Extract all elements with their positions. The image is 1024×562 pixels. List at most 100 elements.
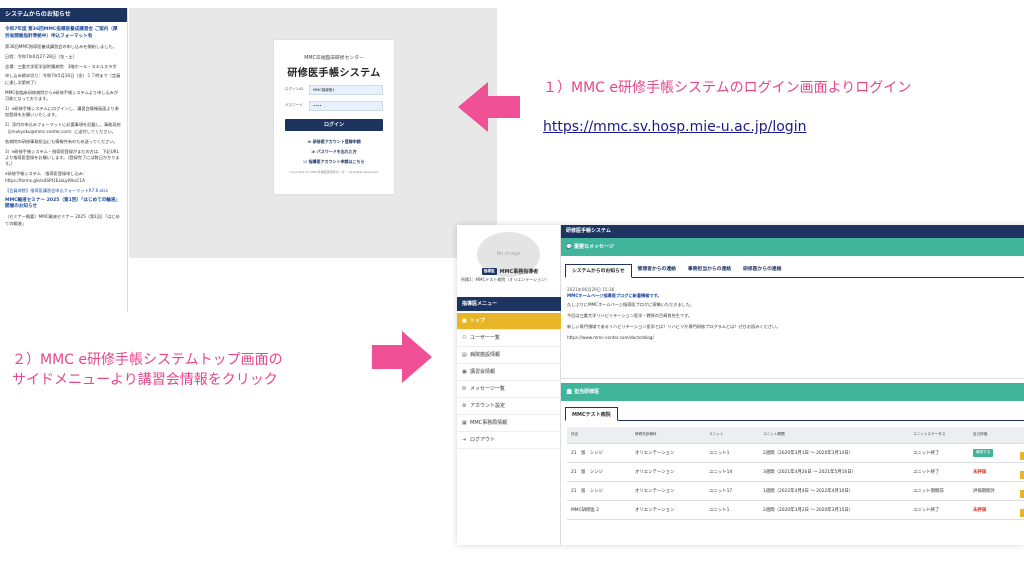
user-institution: 所属1：MMCテスト病院（オリエンテーション）: [461, 277, 550, 282]
sidebar-item-messages[interactable]: ✉ メッセージ一覧: [457, 381, 561, 398]
cell-dept: オリエンテーション: [631, 462, 705, 482]
cell-eval: 未評価: [969, 462, 1024, 482]
logout-icon: ⇥: [462, 437, 467, 443]
login-id-input[interactable]: MMC指導医1: [309, 84, 383, 95]
cell-dept: オリエンテーション: [631, 443, 705, 463]
column-header: 研修先診療科: [631, 427, 705, 444]
notice-attachment-link[interactable]: 【会員病院】指導医講習会申込フォーマットR7.6.xlsx: [5, 188, 122, 194]
table-row: 21 留 シンジ オリエンテーション ユニット14 3週間（2021年4月26日…: [567, 462, 1024, 482]
step1-caption: １）MMC e研修手帳システムのログイン画面よりログイン: [543, 80, 912, 96]
cell-eval: 評価期間外: [969, 481, 1024, 501]
sidebar-item-logout[interactable]: ⇥ ログアウト: [457, 432, 561, 449]
cell-name: 21 留 シンジ: [567, 481, 631, 501]
row-action-marker: [1020, 509, 1024, 517]
residents-table: 氏名 研修先診療科 ユニット ユニット期間 ユニットステータス 自己評価 21 …: [567, 427, 1024, 520]
tab-hospital[interactable]: MMCテスト病院: [565, 407, 618, 421]
login-password-input[interactable]: ••••: [309, 100, 383, 111]
sidebar: No image 指導医 MMC事務指導者 所属1：MMCテスト病院（オリエンテー…: [457, 225, 561, 545]
column-header: ユニット期間: [759, 427, 909, 444]
divider: [561, 378, 1024, 379]
cell-period: 1週間（2022年4月4日 ～ 2022年4月10日）: [759, 481, 909, 501]
column-header: ユニット: [705, 427, 759, 444]
tab-office[interactable]: 事務担当からの連絡: [682, 263, 737, 277]
login-password-label: パスワード: [285, 103, 303, 107]
sidebar-item-label: ログアウト: [470, 437, 496, 443]
forgot-password-link[interactable]: ≫ パスワードを忘れた方: [274, 149, 394, 155]
message-line: 久しぶりにMMCホームページ指導医ブログに寄稿いただきました。: [567, 301, 695, 307]
sidebar-item-seminar[interactable]: ▣ 講習会情報: [457, 364, 561, 381]
step2-line: サイドメニューより講習会情報をクリック: [12, 372, 278, 388]
seminar-icon: ▣: [462, 369, 467, 375]
assigned-residents-bar: 🏛 担当研修医: [561, 383, 1024, 401]
sidebar-item-top[interactable]: ■ トップ: [457, 313, 561, 330]
table-row: 21 留 シンジ オリエンテーション ユニット1 2週間（2020年3月1日 ～…: [567, 443, 1024, 463]
column-header: 氏名: [567, 427, 631, 444]
notice-title[interactable]: 令和7年度 第36回MMC指導医養成講習会 ご案内（厚労省開催指針準拠中）申込フ…: [5, 27, 122, 40]
login-url-link[interactable]: https://mmc.sv.hosp.mie-u.ac.jp/login: [543, 119, 806, 135]
tab-resident[interactable]: 研修医からの連絡: [737, 263, 787, 277]
cell-status: ユニット終了: [909, 500, 969, 520]
sidebar-item-account[interactable]: ⚙ アカウント設定: [457, 398, 561, 415]
row-action-marker: [1020, 471, 1024, 479]
login-subtitle: MMC卒後臨床研修センター: [304, 56, 364, 61]
notice-text: 3）e研修手帳システム・指導医登録がまだの方は、下記URLより指導医登録をお願い…: [5, 148, 120, 167]
supervisor-account-link[interactable]: ☑ 指導医アカウント申請はこちら: [274, 159, 394, 165]
sidebar-item-label: メッセージ一覧: [470, 386, 505, 392]
tab-admin[interactable]: 管理者からの連絡: [632, 263, 682, 277]
notice-text: 日程：令和7年6月27-28日（金・土）: [5, 53, 77, 59]
notice-text: 2）添付の申込みフォーマットに必要事項を記載し、事務局宛（jimukyoku@m…: [5, 122, 121, 134]
cell-eval: 確認する: [969, 443, 1024, 463]
cell-status: ユニット終了: [909, 462, 969, 482]
cell-dept: オリエンテーション: [631, 500, 705, 520]
login-button[interactable]: ログイン: [285, 119, 383, 131]
cell-dept: オリエンテーション: [631, 481, 705, 501]
left-arrow-icon: [458, 82, 520, 132]
hospital-tabs: MMCテスト病院: [565, 405, 1024, 421]
cell-period: 2週間（2020年3月1日 ～ 2020年3月14日）: [759, 443, 909, 463]
confirm-button[interactable]: 確認する: [973, 448, 994, 457]
hospital-icon: ▤: [462, 352, 467, 358]
table-row: 21 留 シンジ オリエンテーション ユニット17 1週間（2022年4月4日 …: [567, 481, 1024, 501]
cell-status: ユニット期間前: [909, 481, 969, 501]
building-icon: ▦: [462, 420, 467, 426]
row-action-marker: [1020, 452, 1024, 460]
users-icon: ⚇: [462, 335, 467, 341]
cell-name: 21 留 シンジ: [567, 443, 631, 463]
message-title[interactable]: MMCホームページ指導医ブログに新着情報です。: [567, 293, 1022, 299]
login-password-row: パスワード ••••: [285, 100, 383, 111]
register-link[interactable]: ≫ 研修医アカウント登録申請: [274, 139, 394, 145]
sidebar-item-label: 病院施設情報: [470, 352, 501, 358]
message-content: 2021年06月29日 15:36 MMCホームページ指導医ブログに新着情報です…: [567, 287, 1022, 347]
sidebar-item-office[interactable]: ▦ MMC事務局情報: [457, 415, 561, 432]
user-name: MMC事務指導者: [499, 269, 539, 275]
message-line: 今回は三重大学リハビリテーション医学・教授の百崎良先生です。: [567, 312, 693, 318]
notice-title[interactable]: MMC輸液セミナー 2025（第1回）「はじめての輸液」開催のお知らせ: [5, 198, 122, 211]
app-header: 研修医手帳システム: [561, 225, 1024, 238]
sidebar-item-hospital[interactable]: ▤ 病院施設情報: [457, 347, 561, 364]
tutorial-slide: システムからのお知らせ 令和7年度 第36回MMC指導医養成講習会 ご案内（厚労…: [0, 0, 1024, 562]
login-id-label: ログインID: [285, 87, 304, 91]
login-card: MMC卒後臨床研修センター 研修医手帳システム ログインID MMC指導医1 パ…: [274, 40, 394, 194]
message-link[interactable]: https://www.mmc-center.com/doctorblog/: [567, 335, 1022, 341]
table-row: MMC研修医 2 オリエンテーション ユニット1 2週間（2020年3月2日 ～…: [567, 500, 1024, 520]
login-copyright: Copyright (C) MMC卒後臨床研修センター All Rights R…: [289, 170, 379, 174]
notice-text: e研修手帳システム 指導医登録申し込み：https://forms.gle/o4…: [5, 171, 88, 183]
message-tabs: システムからのお知らせ 管理者からの連絡 事務担当からの連絡 研修医からの連絡: [565, 262, 1024, 278]
gear-icon: ⚙: [462, 403, 467, 409]
cell-period: 2週間（2020年3月2日 ～ 2020年3月15日）: [759, 500, 909, 520]
sidebar-item-label: 講習会情報: [470, 369, 496, 375]
home-icon: ■: [462, 318, 467, 324]
sidebar-item-users[interactable]: ⚇ ユーザー一覧: [457, 330, 561, 347]
login-id-row: ログインID MMC指導医1: [285, 84, 383, 95]
notice-text: MMC各臨床研修病院からe研修手帳システムより申し込みが可能となっております。: [5, 89, 119, 102]
envelope-icon: ✉: [462, 386, 467, 392]
notice-header: システムからのお知らせ: [0, 8, 127, 22]
eval-status: 評価期間外: [973, 488, 995, 494]
notice-text: 会場：三重大学医学部附属病院 3階ホール・スキルスラボ: [5, 63, 117, 69]
tab-system[interactable]: システムからのお知らせ: [565, 264, 632, 278]
column-header: ユニットステータス: [909, 427, 969, 444]
step2-line: ２）MMC e研修手帳システムトップ画面の: [12, 352, 283, 368]
eval-status: 未評価: [973, 469, 987, 475]
cell-unit: ユニット1: [705, 500, 759, 520]
role-badge: 指導医: [481, 268, 497, 275]
